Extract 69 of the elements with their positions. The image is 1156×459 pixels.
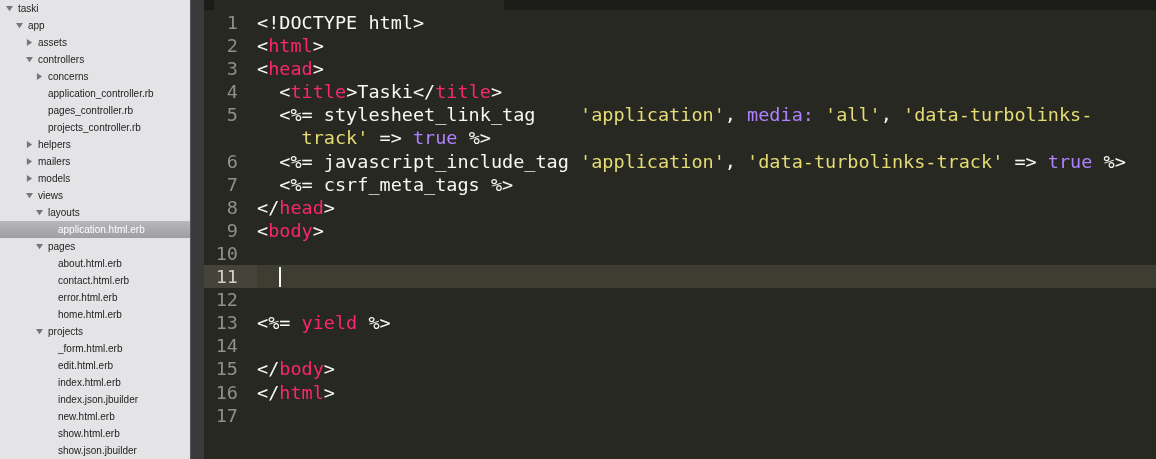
code-line: <html> <box>257 34 324 58</box>
file-item[interactable]: show.html.erb <box>0 425 190 442</box>
code-line: <head> <box>257 57 324 81</box>
folder-item[interactable]: assets <box>0 34 190 51</box>
file-item[interactable]: index.json.jbuilder <box>0 391 190 408</box>
folder-item[interactable]: helpers <box>0 136 190 153</box>
line-number: 9 <box>225 218 239 242</box>
line-number: 13 <box>214 311 239 335</box>
line-number: 6 <box>225 149 239 173</box>
line-number: 14 <box>214 334 239 358</box>
line-number: 4 <box>225 80 239 104</box>
file-item[interactable]: edit.html.erb <box>0 357 190 374</box>
expanded-triangle-icon[interactable] <box>16 22 23 29</box>
code-line: </head> <box>257 195 335 219</box>
file-item[interactable]: error.html.erb <box>0 289 190 306</box>
code-line: <%= yield %> <box>257 311 391 335</box>
collapsed-triangle-icon[interactable] <box>26 175 33 182</box>
folder-item[interactable]: projects <box>0 323 190 340</box>
folder-item[interactable]: controllers <box>0 51 190 68</box>
folder-item[interactable]: layouts <box>0 204 190 221</box>
collapsed-triangle-icon[interactable] <box>36 73 43 80</box>
line-number: 11 <box>204 265 257 289</box>
code-line: <title>Taski</title> <box>278 80 503 104</box>
folder-item[interactable]: views <box>0 187 190 204</box>
file-item[interactable]: application_controller.rb <box>0 85 190 102</box>
file-item[interactable]: home.html.erb <box>0 306 190 323</box>
file-item[interactable]: projects_controller.rb <box>0 119 190 136</box>
collapsed-triangle-icon[interactable] <box>26 158 33 165</box>
file-item[interactable]: pages_controller.rb <box>0 102 190 119</box>
line-number: 1 <box>225 11 239 35</box>
folder-item[interactable]: app <box>0 17 190 34</box>
file-item[interactable]: _form.html.erb <box>0 340 190 357</box>
file-item[interactable]: about.html.erb <box>0 255 190 272</box>
line-number: 17 <box>214 403 239 427</box>
collapsed-triangle-icon[interactable] <box>26 39 33 46</box>
line-number: 12 <box>214 288 239 312</box>
line-number: 15 <box>214 357 239 381</box>
code-line: <%= javascript_include_tag 'application', 'data-turbolinks-track' => true %> <box>278 149 1126 173</box>
folder-item[interactable]: models <box>0 170 190 187</box>
folder-item[interactable]: pages <box>0 238 190 255</box>
code-line: <!DOCTYPE html> <box>257 11 425 35</box>
line-number: 16 <box>214 380 239 404</box>
line-number: 5 <box>225 103 239 127</box>
text-cursor <box>279 267 281 288</box>
line-number: 10 <box>214 241 239 266</box>
line-number: 3 <box>225 57 239 81</box>
line-number: 2 <box>225 34 239 58</box>
line-number: 7 <box>225 172 239 196</box>
file-item[interactable]: show.json.jbuilder <box>0 442 190 459</box>
expanded-triangle-icon[interactable] <box>6 5 13 12</box>
expanded-triangle-icon[interactable] <box>26 192 33 199</box>
code-line: <body> <box>257 218 324 242</box>
expanded-triangle-icon[interactable] <box>36 243 43 250</box>
file-item[interactable]: contact.html.erb <box>0 272 190 289</box>
folder-item[interactable]: concerns <box>0 68 190 85</box>
collapsed-triangle-icon[interactable] <box>26 141 33 148</box>
file-item[interactable]: index.html.erb <box>0 374 190 391</box>
code-line: <%= stylesheet_link_tag 'application', media: 'all', 'data-turbolinks- <box>278 103 1093 127</box>
code-line: <%= csrf_meta_tags %> <box>278 172 514 196</box>
line-number: 8 <box>225 195 239 219</box>
expanded-triangle-icon[interactable] <box>36 209 43 216</box>
file-item[interactable]: new.html.erb <box>0 408 190 425</box>
expanded-triangle-icon[interactable] <box>26 56 33 63</box>
code-line: </body> <box>257 357 335 381</box>
expanded-triangle-icon[interactable] <box>36 328 43 335</box>
folder-item[interactable]: taski <box>0 0 190 17</box>
folder-item[interactable]: mailers <box>0 153 190 170</box>
code-line: </html> <box>257 380 335 404</box>
code-line: track' => true %> <box>300 126 491 150</box>
